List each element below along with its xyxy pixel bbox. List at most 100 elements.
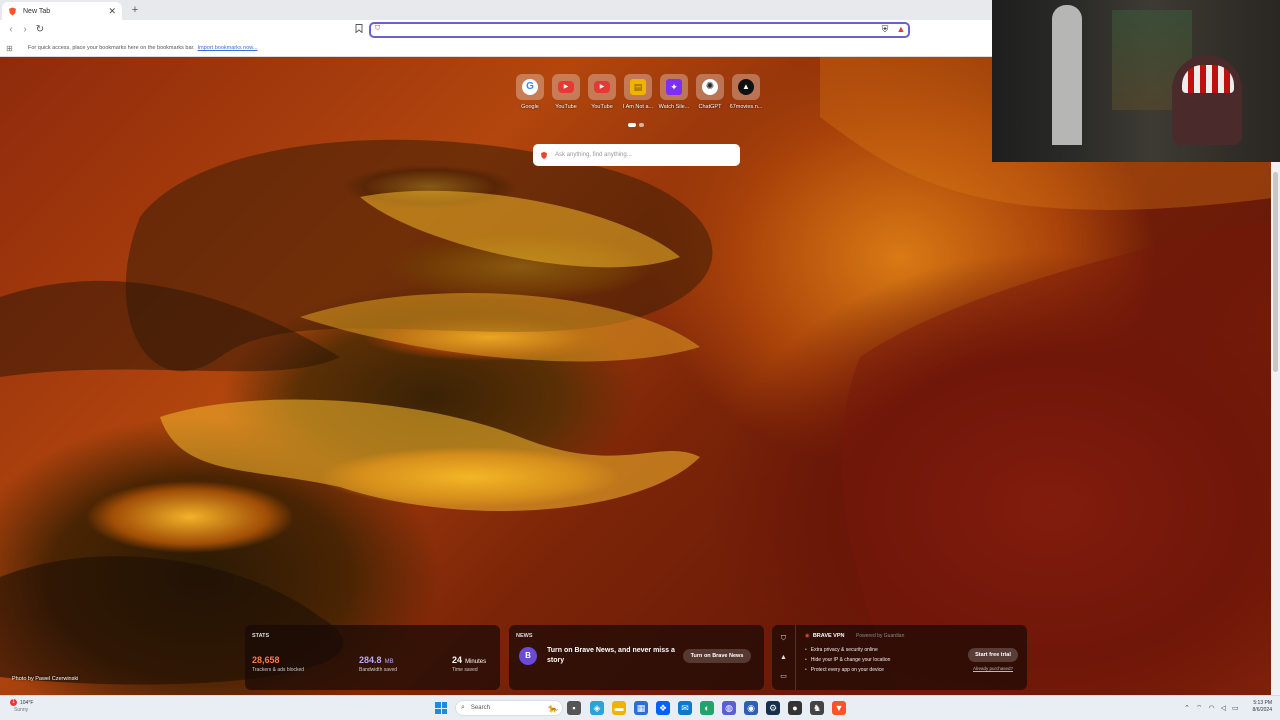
top-site-youtube-2[interactable]: ▶ YouTube	[584, 74, 620, 116]
game-icon[interactable]: ♞	[810, 701, 824, 715]
search-placeholder: Ask anything, find anything...	[555, 152, 632, 158]
search-icon: ⌕	[461, 704, 465, 711]
weather-desc: Sunny	[14, 707, 29, 713]
start-free-trial-button[interactable]: Start free trial	[968, 648, 1018, 662]
site-glyph: ✦	[666, 79, 682, 95]
obs-icon[interactable]: ●	[788, 701, 802, 715]
brave-shields-icon[interactable]: ⛨	[879, 24, 891, 36]
taskbar-clock[interactable]: 5:13 PM 8/6/2024	[1244, 700, 1272, 714]
top-site-watch-sile[interactable]: ✦ Watch Sile...	[656, 74, 692, 116]
new-tab-button[interactable]: +	[128, 3, 142, 17]
forward-icon[interactable]: ›	[18, 23, 32, 37]
stat-value: 28,658	[252, 655, 280, 665]
weather-badge: 1	[10, 699, 17, 706]
vpn-feature: Hide your IP & change your location	[805, 655, 891, 665]
address-input[interactable]	[385, 24, 865, 36]
vpn-feature: Extra privacy & security online	[805, 645, 890, 655]
top-site-label: 67movies.n...	[729, 104, 763, 110]
talk-icon[interactable]: ▭	[780, 672, 787, 680]
site-glyph: G	[522, 79, 538, 95]
bookmark-icon[interactable]	[352, 23, 366, 37]
vpn-widget: ⛉ ▲ ▭ ◉BRAVE VPN Powered by Guardian Ext…	[772, 625, 1027, 690]
apps-grid-icon[interactable]: ⊞	[6, 44, 15, 53]
top-sites-pagination	[628, 123, 644, 127]
top-site-67movies[interactable]: ▲ 67movies.n...	[728, 74, 764, 116]
already-purchased-link[interactable]: Already purchased?	[968, 666, 1018, 671]
brave-rewards-icon[interactable]: ▲	[895, 24, 907, 36]
top-site-label: Google	[521, 104, 539, 110]
page-dot[interactable]	[628, 123, 636, 127]
volume-icon[interactable]: ◁	[1221, 704, 1226, 712]
address-bar[interactable]: ⛉ ⛨ ▲	[369, 22, 910, 38]
vpn-features: Extra privacy & security online Hide you…	[805, 645, 891, 675]
top-site-i-am-not-a[interactable]: ▤ I Am Not a...	[620, 74, 656, 116]
site-glyph: ▲	[738, 79, 754, 95]
teams-icon[interactable]: ◍	[722, 701, 736, 715]
wifi-icon[interactable]: ◠	[1208, 704, 1214, 712]
steam-icon[interactable]: ⚙	[766, 701, 780, 715]
reload-icon[interactable]: ↻	[33, 23, 47, 37]
windows-taskbar: 1 104°F Sunny ⌕ Search 🐆 ▪ ◈ ▬ ▦ ❖ ✉ ◐ ◍…	[0, 695, 1280, 720]
stats-heading: STATS	[252, 633, 270, 639]
edge-icon[interactable]: ◐	[700, 701, 714, 715]
vpn-powered-by: Powered by Guardian	[856, 633, 905, 639]
chevron-up-icon[interactable]: ⌃	[1184, 704, 1190, 712]
vpn-title-text: BRAVE VPN	[812, 633, 845, 639]
stat-label: Time saved	[452, 667, 478, 673]
battery-icon[interactable]: ▭	[1232, 704, 1239, 712]
start-button[interactable]	[435, 702, 447, 714]
stat-label: Bandwidth saved	[359, 667, 398, 673]
system-tray: ⌃ ⌔ ◠ ◁ ▭	[1184, 700, 1244, 716]
site-shield-icon: ⛉	[375, 25, 381, 32]
brave-search-icon	[540, 151, 548, 160]
back-icon[interactable]: ‹	[4, 23, 18, 37]
watch-site-icon: ✦	[660, 74, 688, 100]
store-icon[interactable]: ▦	[634, 701, 648, 715]
movies-site-icon: ▲	[732, 74, 760, 100]
tab-new-tab[interactable]: New Tab ✕	[2, 2, 122, 20]
top-site-label: ChatGPT	[698, 104, 722, 110]
stats-widget: STATS 28,658 Trackers & ads blocked 284.…	[245, 625, 500, 690]
rewards-triangle-icon[interactable]: ▲	[780, 654, 787, 661]
turn-on-news-button[interactable]: Turn on Brave News	[683, 649, 751, 663]
top-sites: G Google ▶ YouTube ▶ YouTube ▤ I Am Not …	[512, 74, 768, 116]
brave-taskbar-icon[interactable]: ▼	[832, 701, 846, 715]
clock-date: 8/6/2024	[1252, 707, 1272, 713]
tab-title: New Tab	[23, 7, 51, 15]
top-site-label: YouTube	[555, 104, 577, 110]
taskbar-search[interactable]: ⌕ Search 🐆	[455, 700, 563, 716]
stat-unit: MB	[384, 659, 394, 665]
copilot-icon[interactable]: ◈	[590, 701, 604, 715]
network-icon[interactable]: ⌔	[1196, 704, 1203, 713]
brave-icon	[8, 6, 17, 16]
photo-credit[interactable]: Photo by Pawel Czerwinski	[12, 676, 78, 682]
stat-bandwidth: 284.8 MB Bandwidth saved	[359, 654, 397, 673]
top-site-youtube[interactable]: ▶ YouTube	[548, 74, 584, 116]
page-dot[interactable]	[639, 123, 644, 127]
widget-side-nav: ⛉ ▲ ▭	[772, 625, 796, 690]
mail-icon[interactable]: ✉	[678, 701, 692, 715]
news-heading: NEWS	[516, 633, 533, 639]
top-site-chatgpt[interactable]: ✺ ChatGPT	[692, 74, 728, 116]
dropbox-icon[interactable]: ❖	[656, 701, 670, 715]
google-icon: G	[516, 74, 544, 100]
app-icon[interactable]: ◉	[744, 701, 758, 715]
top-site-google[interactable]: G Google	[512, 74, 548, 116]
close-icon[interactable]: ✕	[108, 6, 116, 17]
site-glyph: ▤	[630, 79, 646, 95]
task-view-icon[interactable]: ▪	[567, 701, 581, 715]
vpn-title: ◉ BRAVE VPN	[805, 633, 845, 639]
scrollbar-thumb[interactable]	[1273, 172, 1278, 372]
scrollbar[interactable]	[1271, 162, 1280, 695]
import-bookmarks-link[interactable]: Import bookmarks now...	[198, 45, 258, 51]
bookmarks-hint: For quick access, place your bookmarks h…	[28, 45, 195, 51]
stat-time-saved: 24 Minutes Time saved	[452, 654, 486, 673]
chatgpt-icon: ✺	[696, 74, 724, 100]
stat-value: 24	[452, 655, 463, 665]
vpn-shield-icon[interactable]: ⛉	[781, 635, 786, 643]
weather-widget[interactable]: 1 104°F Sunny	[10, 699, 33, 714]
file-explorer-icon[interactable]: ▬	[612, 701, 626, 715]
newtab-search-box[interactable]: Ask anything, find anything...	[533, 144, 740, 166]
news-site-icon: ▤	[624, 74, 652, 100]
stat-label: Trackers & ads blocked	[252, 667, 305, 673]
